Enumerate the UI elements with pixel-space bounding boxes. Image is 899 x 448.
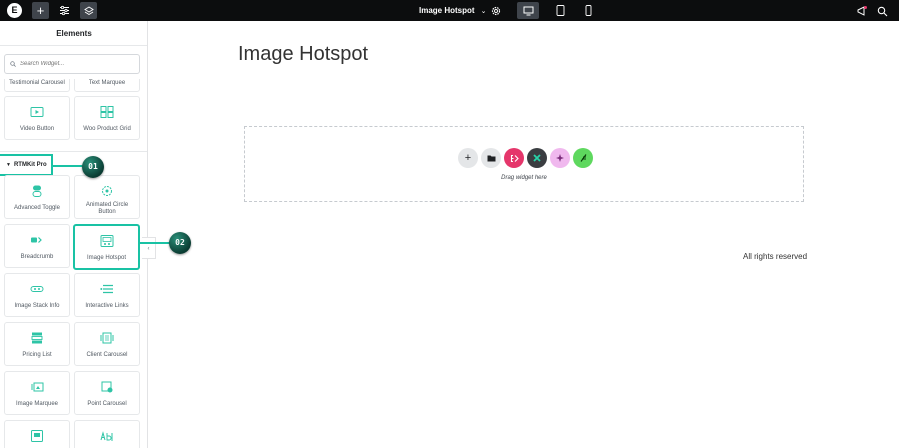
widget-tile-image-marquee[interactable]: Image Marquee	[4, 371, 70, 415]
pricing-list-icon	[31, 332, 43, 344]
text-widget-icon	[100, 431, 113, 441]
add-section-button[interactable]: +	[458, 148, 478, 168]
widget-tile[interactable]	[74, 420, 140, 448]
widget-tile-advanced-toggle[interactable]: Advanced Toggle	[4, 175, 70, 219]
grid-icon	[100, 106, 114, 118]
callout-badge-01: 01	[82, 156, 104, 178]
drop-zone-actions: +	[458, 148, 593, 168]
megaphone-icon	[857, 6, 867, 16]
widget-tile-image-stack-info[interactable]: Image Stack Info	[4, 273, 70, 317]
folder-icon	[487, 155, 495, 162]
rtmkit-button[interactable]	[527, 148, 547, 168]
callout-badge-02: 02	[169, 232, 191, 254]
toggle-icon	[32, 185, 42, 197]
drop-hint: Drag widget here	[501, 175, 547, 181]
search-input[interactable]	[20, 61, 130, 67]
elements-panel: Elements Testimonial Carousel Text Marqu…	[0, 21, 148, 448]
breadcrumb-icon	[31, 237, 42, 243]
plus-icon: +	[36, 3, 45, 18]
tablet-view-button[interactable]	[549, 2, 571, 19]
point-carousel-icon	[101, 381, 113, 393]
site-settings-button[interactable]	[57, 2, 71, 19]
callout-connector	[53, 165, 83, 167]
widget-label: Image Hotspot	[86, 255, 127, 261]
widget-label: Image Stack Info	[14, 303, 60, 309]
category-rtmkit-pro[interactable]: ▼ RTMKit Pro	[0, 154, 53, 176]
widget-label: Interactive Links	[85, 303, 129, 309]
widget-tile-image-hotspot[interactable]: Image Hotspot	[73, 224, 140, 270]
divider	[0, 151, 147, 152]
widget-tile-animated-circle-button[interactable]: Animated Circle Button	[74, 175, 140, 219]
page-title: Image Hotspot	[419, 6, 475, 15]
leaf-icon	[580, 154, 586, 162]
page-title-dropdown[interactable]: Image Hotspot ⌄	[419, 0, 486, 21]
chevron-down-icon: ⌄	[480, 7, 487, 15]
widget-label: Point Carousel	[87, 401, 127, 407]
sparkle-icon	[556, 154, 564, 162]
widget-label: Advanced Toggle	[14, 205, 60, 211]
widget-tile-video-button[interactable]: Video Button	[4, 96, 70, 140]
layers-icon	[83, 5, 94, 15]
mobile-view-button[interactable]	[577, 2, 599, 19]
elementskit-button[interactable]	[504, 148, 524, 168]
add-template-button[interactable]	[481, 148, 501, 168]
image-stack-icon	[30, 286, 44, 292]
widget-search-box[interactable]	[4, 54, 140, 74]
page-settings-button[interactable]	[490, 4, 502, 16]
circle-button-icon	[102, 186, 112, 196]
widget-tile-client-carousel[interactable]: Client Carousel	[74, 322, 140, 366]
desktop-view-button[interactable]	[517, 2, 539, 19]
widget-tile-interactive-links[interactable]: Interactive Links	[74, 273, 140, 317]
widget-label: Pricing List	[22, 352, 52, 358]
category-label: RTMKit Pro	[13, 162, 47, 168]
whats-new-button[interactable]	[856, 4, 868, 16]
widget-tile[interactable]	[4, 420, 70, 448]
links-icon	[100, 284, 113, 294]
widget-label: Image Marquee	[15, 401, 59, 407]
panel-title: Elements	[0, 21, 147, 46]
collapse-panel-button[interactable]: ‹	[142, 237, 156, 259]
desktop-icon	[523, 6, 533, 15]
gear-icon	[491, 6, 501, 16]
mobile-icon	[585, 5, 591, 16]
widget-label: Testimonial Carousel	[9, 80, 65, 86]
plus-icon: +	[464, 152, 472, 164]
elementskit-icon	[510, 154, 519, 162]
widget-label: Animated Circle Button	[85, 202, 129, 215]
widget-tile-woo-product-grid[interactable]: Woo Product Grid	[74, 96, 140, 140]
widget-label: Client Carousel	[86, 352, 128, 358]
empty-drop-zone[interactable]: + Drag widget here	[244, 126, 804, 202]
add-element-button[interactable]: +	[32, 2, 49, 19]
widget-tile-pricing-list[interactable]: Pricing List	[4, 322, 70, 366]
callout-connector	[140, 242, 170, 244]
widget-label: Breadcrumb	[20, 254, 54, 260]
elementor-logo-icon[interactable]: E	[7, 3, 22, 18]
carousel-icon	[100, 332, 114, 344]
widget-label: Woo Product Grid	[83, 126, 131, 132]
caret-down-icon: ▼	[6, 162, 11, 168]
search-icon	[877, 6, 888, 17]
top-bar: E + Image Hotspot ⌄	[0, 0, 899, 21]
tablet-icon	[556, 5, 564, 16]
video-icon	[30, 107, 44, 117]
ai-button[interactable]	[550, 148, 570, 168]
footer-copyright: All rights reserved	[743, 252, 808, 261]
widget-icon	[31, 430, 43, 442]
sliders-icon	[59, 5, 69, 16]
marquee-icon	[31, 382, 44, 392]
search-icon	[10, 61, 16, 67]
image-hotspot-icon	[100, 235, 113, 247]
widget-tile-breadcrumb[interactable]: Breadcrumb	[4, 224, 70, 268]
logo-letter: E	[11, 5, 18, 15]
page-heading: Image Hotspot	[238, 43, 369, 65]
rtmkit-icon	[533, 154, 541, 162]
widget-tile-point-carousel[interactable]: Point Carousel	[74, 371, 140, 415]
search-button[interactable]	[877, 4, 889, 17]
widget-label: Video Button	[19, 126, 55, 132]
wpbakery-button[interactable]	[573, 148, 593, 168]
structure-button[interactable]	[80, 2, 97, 19]
widget-label: Text Marquee	[88, 80, 126, 86]
